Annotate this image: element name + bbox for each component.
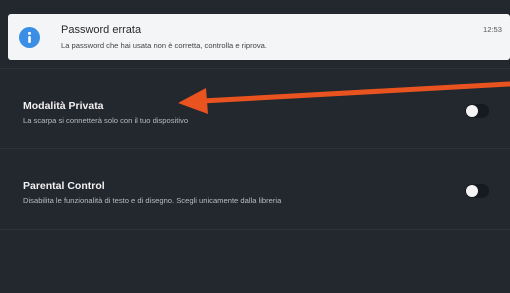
setting-parental-control[interactable]: Parental Control Disabilita le funzional… bbox=[0, 149, 510, 230]
setting-title: Modalità Privata bbox=[23, 100, 104, 112]
setting-description: La scarpa si connetterà solo con il tuo … bbox=[23, 116, 189, 125]
settings-list: Modalità Privata La scarpa si connetterà… bbox=[0, 68, 510, 230]
toggle-knob bbox=[466, 105, 478, 117]
setting-private-mode[interactable]: Modalità Privata La scarpa si connetterà… bbox=[0, 68, 510, 149]
setting-title: Parental Control bbox=[23, 180, 105, 192]
notification-message: La password che hai usata non è corretta… bbox=[61, 41, 267, 50]
info-icon bbox=[19, 27, 40, 48]
private-mode-toggle[interactable] bbox=[465, 104, 489, 118]
parental-control-toggle[interactable] bbox=[465, 184, 489, 198]
notification-time: 12:53 bbox=[482, 25, 502, 34]
notification-banner[interactable]: Password errata La password che hai usat… bbox=[8, 14, 510, 60]
setting-description: Disabilita le funzionalità di testo e di… bbox=[23, 196, 282, 205]
toggle-knob bbox=[466, 185, 478, 197]
notification-title: Password errata bbox=[61, 24, 142, 36]
